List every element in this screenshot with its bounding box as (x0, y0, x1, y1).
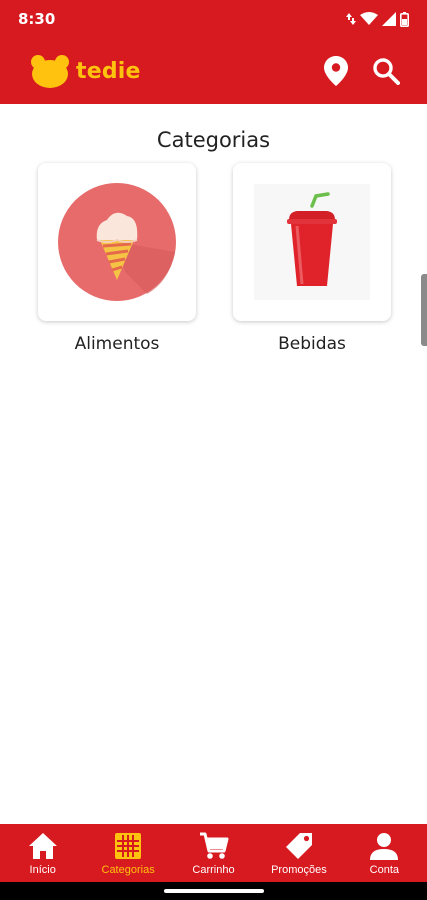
location-button[interactable] (319, 54, 353, 88)
category-label: Bebidas (278, 334, 346, 354)
app-header: tedie (0, 38, 427, 104)
nav-label: Início (29, 864, 56, 876)
grid-icon (115, 833, 142, 859)
search-button[interactable] (369, 54, 403, 88)
bear-logo-icon (31, 55, 69, 88)
home-gesture-handle[interactable] (164, 889, 264, 893)
main-content: Categorias Alimentos Bebidas (0, 104, 427, 824)
home-icon (28, 833, 57, 859)
data-transfer-icon (346, 13, 356, 25)
nav-item-categorias[interactable]: Categorias (85, 824, 170, 882)
ice-cream-cone-icon (58, 183, 176, 301)
person-icon (370, 833, 399, 860)
bottom-nav: Início Categorias Carrinho Promoções Con… (0, 824, 427, 882)
status-bar: 8:30 (0, 0, 427, 38)
signal-icon (382, 12, 396, 26)
cart-icon (199, 832, 229, 859)
nav-item-promocoes[interactable]: Promoções (256, 824, 341, 882)
brand-name: tedie (76, 58, 141, 84)
category-alimentos[interactable]: Alimentos (38, 163, 196, 354)
nav-item-carrinho[interactable]: Carrinho (171, 824, 256, 882)
nav-label: Conta (369, 864, 399, 876)
location-pin-icon (324, 56, 348, 86)
category-label: Alimentos (74, 334, 160, 354)
battery-icon (400, 11, 409, 27)
gesture-area (0, 882, 427, 900)
category-card[interactable] (233, 163, 391, 321)
nav-item-conta[interactable]: Conta (342, 824, 427, 882)
tag-icon (285, 833, 312, 859)
wifi-icon (360, 12, 378, 25)
category-bebidas[interactable]: Bebidas (233, 163, 391, 354)
page-title: Categorias (156, 128, 271, 152)
brand-logo[interactable]: tedie (30, 54, 141, 88)
scroll-handle[interactable] (421, 274, 427, 346)
search-icon (373, 58, 400, 85)
nav-label: Carrinho (192, 864, 235, 876)
category-card[interactable] (38, 163, 196, 321)
header-actions (319, 54, 403, 88)
nav-label: Promoções (271, 864, 327, 876)
status-icons (346, 11, 409, 27)
soda-cup-icon (254, 184, 370, 300)
nav-label: Categorias (101, 864, 155, 876)
status-time: 8:30 (18, 10, 56, 28)
nav-item-inicio[interactable]: Início (0, 824, 85, 882)
